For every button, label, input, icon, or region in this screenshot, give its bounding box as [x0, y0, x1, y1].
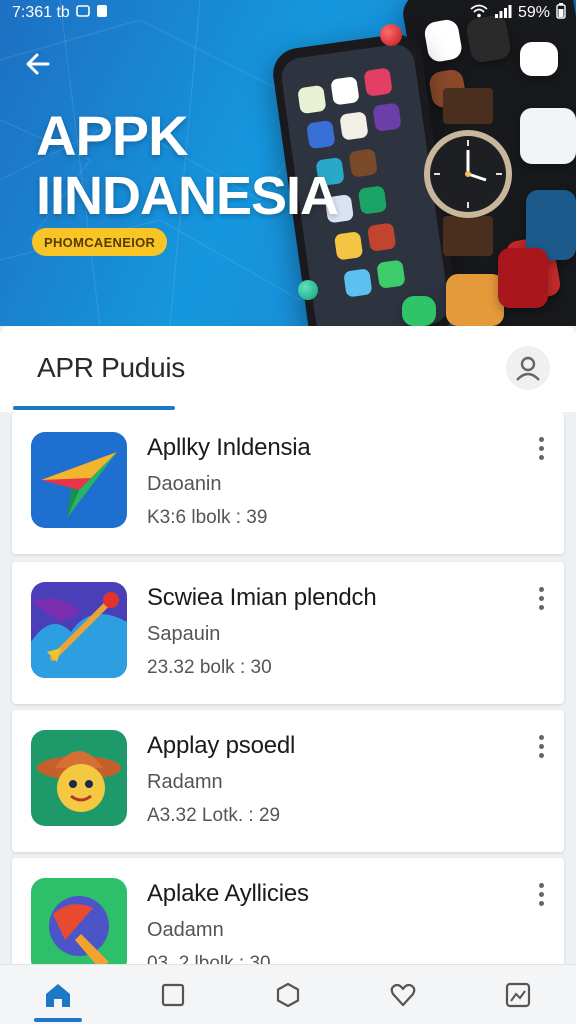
user-icon	[516, 356, 540, 381]
more-options-button[interactable]	[530, 430, 552, 466]
app-card[interactable]: Applay psoedl Radamn A3.32 Lotk. : 29	[12, 710, 564, 852]
hero-title-line2: IINDANESIA	[36, 166, 339, 226]
watch-icon	[424, 130, 512, 218]
app-subtitle: Oadamn	[147, 919, 224, 941]
signal-icon	[494, 4, 512, 23]
floating-app-card	[520, 108, 576, 164]
app-card[interactable]: Aplake Ayllicies Oadamn 03. 2 lbolk : 30	[12, 858, 564, 964]
app-name: Aplake Ayllicies	[147, 880, 309, 907]
status-bar: 7:361 tb 59%	[0, 0, 576, 26]
nav-gallery[interactable]	[461, 965, 576, 1024]
app-meta: 03. 2 lbolk : 30	[147, 953, 271, 964]
app-list: Apllky Inldensia Daoanin K3:6 lbolk : 39…	[0, 412, 576, 964]
app-meta: 23.32 bolk : 30	[147, 657, 272, 678]
battery-icon	[556, 2, 566, 24]
hero-title-line1: APPK	[36, 104, 189, 167]
battery-percent: 59%	[517, 4, 550, 21]
tab-indicator	[13, 406, 175, 410]
heart-icon	[390, 983, 416, 1006]
app-icon	[31, 878, 127, 964]
app-name: Applay psoedl	[147, 732, 296, 759]
app-icon	[31, 730, 127, 826]
image-icon	[506, 982, 531, 1007]
app-meta: K3:6 lbolk : 39	[147, 507, 268, 528]
bottom-nav	[0, 964, 576, 1024]
promo-badge[interactable]: PHOMCAENEIOR	[32, 228, 168, 256]
more-options-button[interactable]	[530, 728, 552, 764]
app-card[interactable]: Apllky Inldensia Daoanin K3:6 lbolk : 39	[12, 412, 564, 554]
magnifier-icon	[31, 878, 127, 964]
status-time: 7:361 tb	[12, 4, 70, 21]
app-name: Scwiea Imian plendch	[147, 584, 377, 611]
nav-hexagon[interactable]	[230, 965, 345, 1024]
nav-favorites[interactable]	[346, 965, 461, 1024]
square-icon	[161, 983, 184, 1006]
section-title: APR Puduis	[37, 352, 185, 383]
notification-icon	[96, 4, 108, 23]
app-subtitle: Sapauin	[147, 623, 221, 645]
hero-banner: 7:361 tb 59% APPK IINDANESIA PHOMCAENEIO…	[0, 0, 576, 326]
floating-app-card	[520, 42, 558, 76]
back-button[interactable]	[18, 44, 58, 84]
floating-app-card	[402, 296, 436, 326]
app-subtitle: Radamn	[147, 771, 223, 793]
app-name: Apllky Inldensia	[147, 434, 311, 461]
floating-app-card	[498, 248, 548, 308]
arrow-target-icon	[31, 582, 127, 678]
smiley-hat-icon	[31, 730, 127, 826]
arrow-left-icon	[26, 53, 50, 75]
nav-square[interactable]	[115, 965, 230, 1024]
profile-button[interactable]	[506, 346, 550, 390]
app-card[interactable]: Scwiea Imian plendch Sapauin 23.32 bolk …	[12, 562, 564, 704]
wifi-icon	[470, 4, 488, 23]
decor-dot	[380, 24, 402, 46]
app-subtitle: Daoanin	[147, 473, 222, 495]
decor-dot	[298, 280, 318, 300]
home-icon	[45, 983, 70, 1007]
floating-app-card	[446, 274, 504, 326]
more-options-button[interactable]	[530, 876, 552, 912]
more-options-button[interactable]	[530, 580, 552, 616]
paper-plane-icon	[31, 432, 127, 528]
app-icon	[31, 582, 127, 678]
app-meta: A3.32 Lotk. : 29	[147, 805, 281, 826]
hexagon-icon	[276, 982, 300, 1007]
section-header: APR Puduis	[0, 326, 576, 412]
app-icon	[31, 432, 127, 528]
nav-home[interactable]	[0, 965, 115, 1024]
hero-title: APPK IINDANESIA	[36, 104, 339, 227]
notification-icon	[76, 4, 90, 23]
